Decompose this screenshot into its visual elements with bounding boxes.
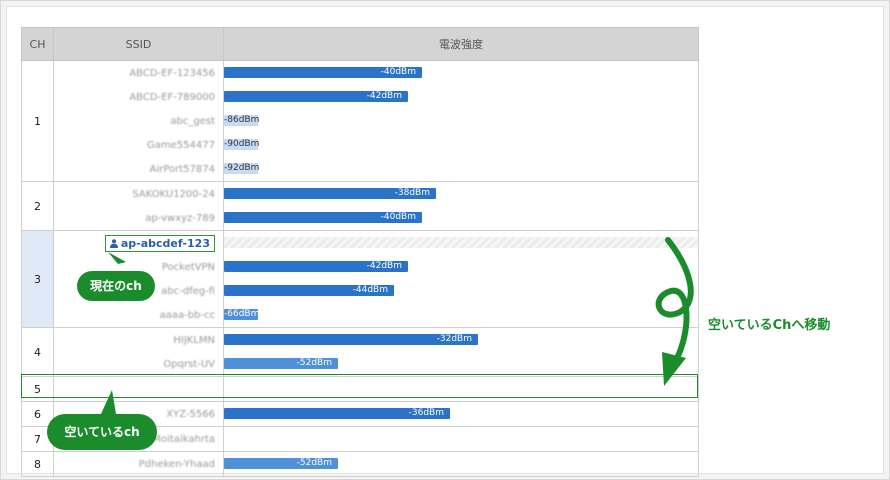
move-arrow-head (662, 352, 686, 386)
move-annotation: 空いているChへ移動 (708, 318, 831, 333)
empty-ch-callout-tail (100, 390, 116, 416)
move-arrow-line (655, 237, 694, 363)
annotation-arrows (100, 237, 694, 416)
current-ch-callout: 現在のch (77, 271, 155, 301)
empty-ch-callout: 空いているch (47, 414, 157, 450)
current-ch-callout-tail (108, 252, 126, 264)
